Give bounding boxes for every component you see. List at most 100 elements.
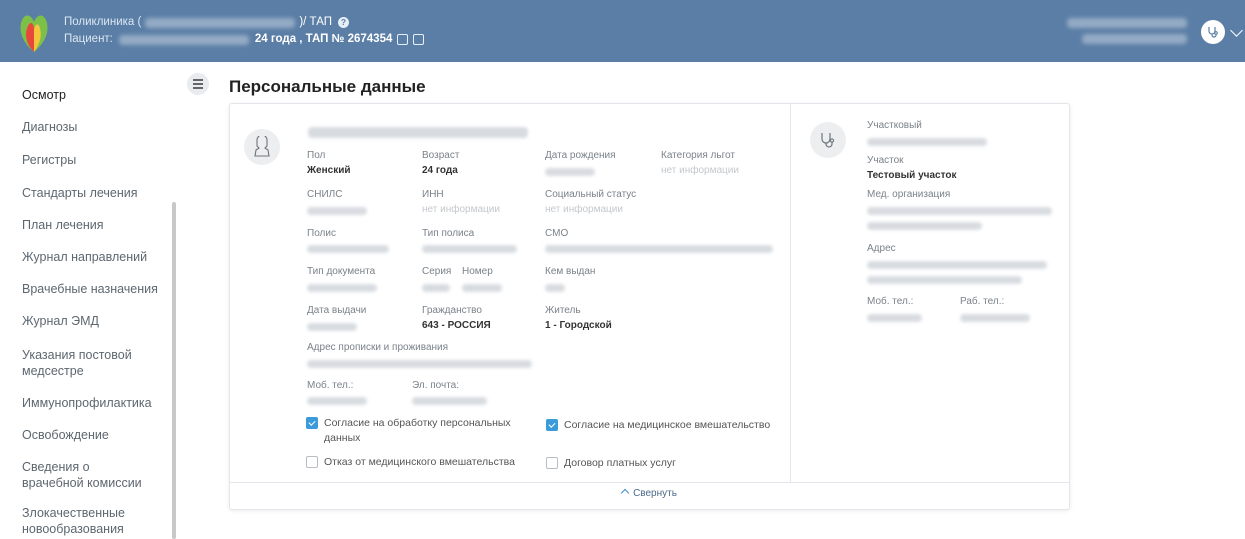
patient-name-redacted [118, 34, 249, 45]
sidebar-item-immunization[interactable]: Иммунопрофилактика [0, 395, 166, 411]
smo-redacted [545, 245, 773, 253]
horizontal-divider [230, 482, 1069, 483]
sidebar-item-referrals[interactable]: Журнал направлений [0, 249, 161, 265]
consent-personal-label: Согласие на обработку персональных данны… [324, 417, 511, 444]
person-icon [254, 136, 270, 157]
open-external-icon[interactable] [397, 34, 409, 45]
stethoscope-icon [1208, 27, 1218, 38]
vertical-divider [790, 104, 791, 482]
series-label: Серия [422, 266, 452, 277]
inn-value: нет информации [422, 204, 500, 215]
resident-label: Житель [545, 305, 581, 316]
clinic-label: Поликлиника ( [64, 16, 142, 28]
checkbox-empty-icon[interactable] [306, 456, 318, 468]
chevron-up-icon [620, 488, 630, 498]
sidebar-item-diagnoses[interactable]: Диагнозы [0, 119, 91, 135]
stethoscope-icon [821, 133, 835, 148]
collapse-label: Свернуть [633, 488, 677, 499]
sidebar: Осмотр Диагнозы Регистры Стандарты лечен… [0, 62, 178, 539]
patient-label: Пациент: [64, 33, 113, 45]
app-header: Поликлиника ( )/ ТАП ? Пациент: 24 года … [0, 0, 1245, 62]
mobile-label: Моб. тел.: [307, 380, 354, 391]
mobile-redacted [307, 397, 367, 405]
policy-label: Полис [307, 228, 336, 239]
issue-date-label: Дата выдачи [307, 305, 367, 316]
district-work-label: Раб. тел.: [960, 296, 1005, 307]
sidebar-item-oncology[interactable]: Злокачественные новообразования [0, 505, 160, 537]
email-redacted [412, 397, 487, 405]
sidebar-item-registers[interactable]: Регистры [0, 152, 90, 168]
sidebar-item-osmotr[interactable]: Осмотр [0, 87, 80, 103]
district-mobile-label: Моб. тел.: [867, 296, 914, 307]
smo-label: СМО [545, 228, 569, 239]
address-redacted [307, 360, 532, 368]
org-redacted-1 [867, 207, 1052, 215]
chevron-down-icon[interactable] [1230, 24, 1243, 37]
issued-by-label: Кем выдан [545, 266, 596, 277]
snils-label: СНИЛС [307, 189, 343, 200]
header-info: Поликлиника ( )/ ТАП ? Пациент: 24 года … [64, 14, 425, 48]
sidebar-item-nurse-instructions[interactable]: Указания постовой медсестре [0, 347, 160, 379]
refusal-medical-checkbox[interactable]: Отказ от медицинского вмешательства [306, 455, 515, 470]
resident-value: 1 - Городской [545, 320, 612, 331]
consent-medical-label: Согласие на медицинское вмешательство [564, 419, 771, 431]
org-label: Мед. организация [867, 189, 951, 200]
social-status-value: нет информации [545, 204, 623, 215]
email-label: Эл. почта: [412, 380, 460, 391]
social-status-label: Социальный статус [545, 189, 637, 200]
personal-data-card: Пол Женский Возраст 24 года Дата рождени… [229, 103, 1070, 510]
checkbox-empty-icon[interactable] [546, 457, 558, 469]
issued-by-redacted [545, 284, 565, 292]
sidebar-item-release[interactable]: Освобождение [0, 427, 123, 443]
org-redacted-2 [867, 222, 982, 230]
collapse-button[interactable]: Свернуть [230, 488, 1069, 499]
page-title: Персональные данные [229, 77, 426, 96]
sidebar-scrollbar[interactable] [172, 202, 176, 539]
district-address-redacted-2 [867, 276, 1022, 284]
issue-date-redacted [307, 323, 357, 331]
birthdate-label: Дата рождения [545, 150, 616, 161]
consent-personal-checkbox[interactable]: Согласие на обработку персональных данны… [306, 416, 531, 446]
birthdate-redacted [545, 168, 595, 176]
refusal-medical-label: Отказ от медицинского вмешательства [324, 456, 515, 468]
user-info[interactable] [1067, 18, 1187, 44]
sidebar-item-prescriptions[interactable]: Врачебные назначения [0, 281, 172, 297]
number-label: Номер [462, 266, 493, 277]
checkbox-checked-icon[interactable] [546, 419, 558, 431]
doc-type-redacted [307, 284, 377, 292]
inn-label: ИНН [422, 189, 444, 200]
sidebar-item-commission[interactable]: Сведения о врачебной комиссии [0, 459, 160, 491]
district-address-label: Адрес [867, 243, 896, 254]
number-redacted [462, 284, 502, 292]
paid-contract-checkbox[interactable]: Договор платных услуг [546, 456, 676, 471]
sidebar-item-treatment-plan[interactable]: План лечения [0, 217, 118, 233]
user-menu-button[interactable] [1201, 20, 1225, 44]
user-role-redacted [1082, 34, 1187, 44]
policy-type-redacted [422, 245, 517, 253]
district-address-redacted-1 [867, 261, 1047, 269]
help-icon[interactable]: ? [338, 17, 349, 28]
doctor-redacted [867, 138, 987, 146]
address-label: Адрес прописки и проживания [307, 342, 449, 353]
consent-medical-checkbox[interactable]: Согласие на медицинское вмешательство [546, 418, 786, 433]
card-icon[interactable] [413, 34, 425, 45]
snils-redacted [307, 207, 367, 215]
menu-toggle-button[interactable] [187, 73, 209, 95]
patient-info: 24 года , ТАП № 2674354 [254, 33, 393, 45]
benefit-value: нет информации [661, 165, 739, 176]
clinic-name-redacted [145, 17, 296, 28]
age-label: Возраст [422, 150, 460, 161]
citizenship-value: 643 - РОССИЯ [422, 320, 491, 331]
policy-redacted [307, 245, 389, 253]
age-value: 24 года [422, 165, 458, 176]
gender-value: Женский [307, 165, 351, 176]
benefit-label: Категория льгот [661, 150, 735, 161]
policy-type-label: Тип полиса [422, 228, 475, 239]
logo-icon [20, 15, 48, 52]
tap-label: )/ ТАП [299, 16, 332, 28]
sidebar-item-standards[interactable]: Стандарты лечения [0, 185, 152, 201]
sidebar-item-emd[interactable]: Журнал ЭМД [0, 313, 113, 329]
paid-contract-label: Договор платных услуг [564, 457, 676, 469]
district-work-redacted [960, 314, 1030, 322]
checkbox-checked-icon[interactable] [306, 417, 318, 429]
